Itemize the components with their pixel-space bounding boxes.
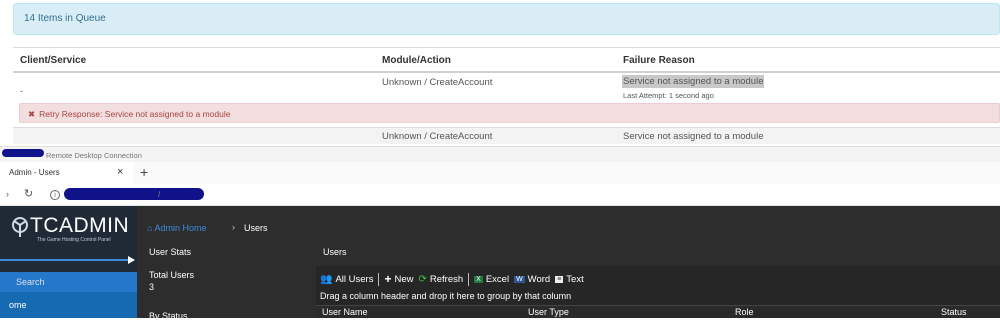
export-text-button[interactable]: ≡ Text bbox=[555, 274, 584, 285]
text-file-icon: ≡ bbox=[555, 275, 564, 283]
breadcrumb-home-link[interactable]: ⌂ Admin Home bbox=[147, 223, 206, 233]
excel-label: Excel bbox=[485, 273, 510, 285]
export-excel-button[interactable]: X Excel bbox=[474, 274, 509, 285]
row2-module-action: Unknown / CreateAccount bbox=[382, 131, 493, 142]
new-user-button[interactable]: + New bbox=[384, 272, 413, 286]
all-users-button[interactable]: 👥 All Users bbox=[320, 274, 373, 285]
refresh-icon: ⟳ bbox=[418, 273, 427, 285]
row1-client: - bbox=[20, 86, 24, 97]
by-status-label: By Status bbox=[149, 311, 188, 321]
tab-close-icon[interactable]: × bbox=[117, 167, 123, 178]
column-header-role[interactable]: Role bbox=[735, 307, 754, 317]
toolbar-divider bbox=[468, 272, 470, 286]
column-header-client-service[interactable]: Client/Service bbox=[20, 55, 86, 66]
sidebar-accent-line bbox=[0, 259, 134, 261]
plus-icon: + bbox=[384, 272, 392, 286]
browser-tabstrip bbox=[0, 162, 1000, 184]
new-label: New bbox=[394, 273, 414, 285]
column-header-user-type[interactable]: User Type bbox=[528, 307, 569, 317]
site-info-icon[interactable]: i bbox=[50, 190, 60, 200]
grid-header-row bbox=[316, 305, 1000, 318]
new-tab-icon[interactable]: + bbox=[140, 165, 148, 179]
column-header-user-name[interactable]: User Name bbox=[322, 307, 368, 317]
breadcrumb-separator-icon: › bbox=[232, 222, 235, 232]
row2-failure-reason: Service not assigned to a module bbox=[623, 131, 764, 142]
users-icon: 👥 bbox=[320, 273, 333, 285]
logo-wordmark: TCADMIN bbox=[30, 214, 130, 237]
total-users-value: 3 bbox=[149, 282, 155, 292]
url-fragment: / bbox=[158, 190, 161, 199]
browser-tab[interactable]: Admin - Users bbox=[0, 162, 133, 184]
excel-icon: X bbox=[474, 275, 483, 283]
retry-response-text: Retry Response: Service not assigned to … bbox=[39, 109, 231, 119]
sidebar-collapse-icon[interactable] bbox=[128, 256, 135, 264]
user-stats-title: User Stats bbox=[149, 247, 192, 257]
redacted-url[interactable] bbox=[64, 188, 204, 200]
row1-failure-reason: Service not assigned to a module bbox=[622, 75, 765, 88]
breadcrumb-current: Users bbox=[244, 223, 268, 233]
column-header-status[interactable]: Status bbox=[941, 307, 967, 317]
users-panel-title: Users bbox=[323, 247, 347, 257]
forward-icon[interactable]: › bbox=[6, 189, 9, 199]
retry-response-alert: ✖ Retry Response: Service not assigned to… bbox=[19, 103, 1000, 123]
reload-icon[interactable]: ↻ bbox=[24, 187, 33, 200]
error-x-icon: ✖ bbox=[28, 109, 36, 119]
column-header-failure-reason[interactable]: Failure Reason bbox=[623, 55, 695, 66]
refresh-button[interactable]: ⟳ Refresh bbox=[419, 274, 464, 285]
breadcrumb-home-label: Admin Home bbox=[154, 223, 207, 233]
column-header-module-action[interactable]: Module/Action bbox=[382, 55, 451, 66]
group-by-drop-zone[interactable]: Drag a column header and drop it here to… bbox=[320, 291, 571, 301]
table-divider bbox=[13, 47, 1000, 48]
toolbar-divider bbox=[378, 272, 380, 286]
logo-tagline: The Game Hosting Control Panel bbox=[37, 237, 111, 243]
text-label: Text bbox=[566, 273, 584, 285]
word-label: Word bbox=[527, 273, 551, 285]
failure-reason-text: Service not assigned to a module bbox=[622, 75, 765, 88]
export-word-button[interactable]: W Word bbox=[514, 274, 550, 285]
search-placeholder: Search bbox=[16, 277, 45, 287]
sidebar-item-home-label: ome bbox=[9, 300, 27, 310]
table-header-divider bbox=[13, 71, 1000, 73]
total-users-label: Total Users bbox=[149, 270, 195, 280]
remote-desktop-titlebar: Remote Desktop Connection bbox=[0, 146, 1000, 162]
row1-last-attempt: Last Attempt: 1 second ago bbox=[623, 91, 714, 100]
all-users-label: All Users bbox=[335, 273, 374, 285]
home-icon: ⌂ bbox=[147, 223, 153, 233]
row1-module-action: Unknown / CreateAccount bbox=[382, 77, 493, 88]
queue-count-banner: 14 Items in Queue bbox=[13, 3, 1000, 35]
word-icon: W bbox=[514, 275, 525, 283]
table-row bbox=[13, 128, 1000, 144]
refresh-label: Refresh bbox=[429, 273, 464, 285]
users-grid-toolbar: 👥 All Users + New ⟳ Refresh X Excel W Wo… bbox=[320, 271, 589, 287]
redaction-scribble bbox=[2, 149, 44, 157]
tcadmin-logo-icon bbox=[12, 217, 28, 237]
remote-desktop-title: Remote Desktop Connection bbox=[46, 151, 142, 160]
